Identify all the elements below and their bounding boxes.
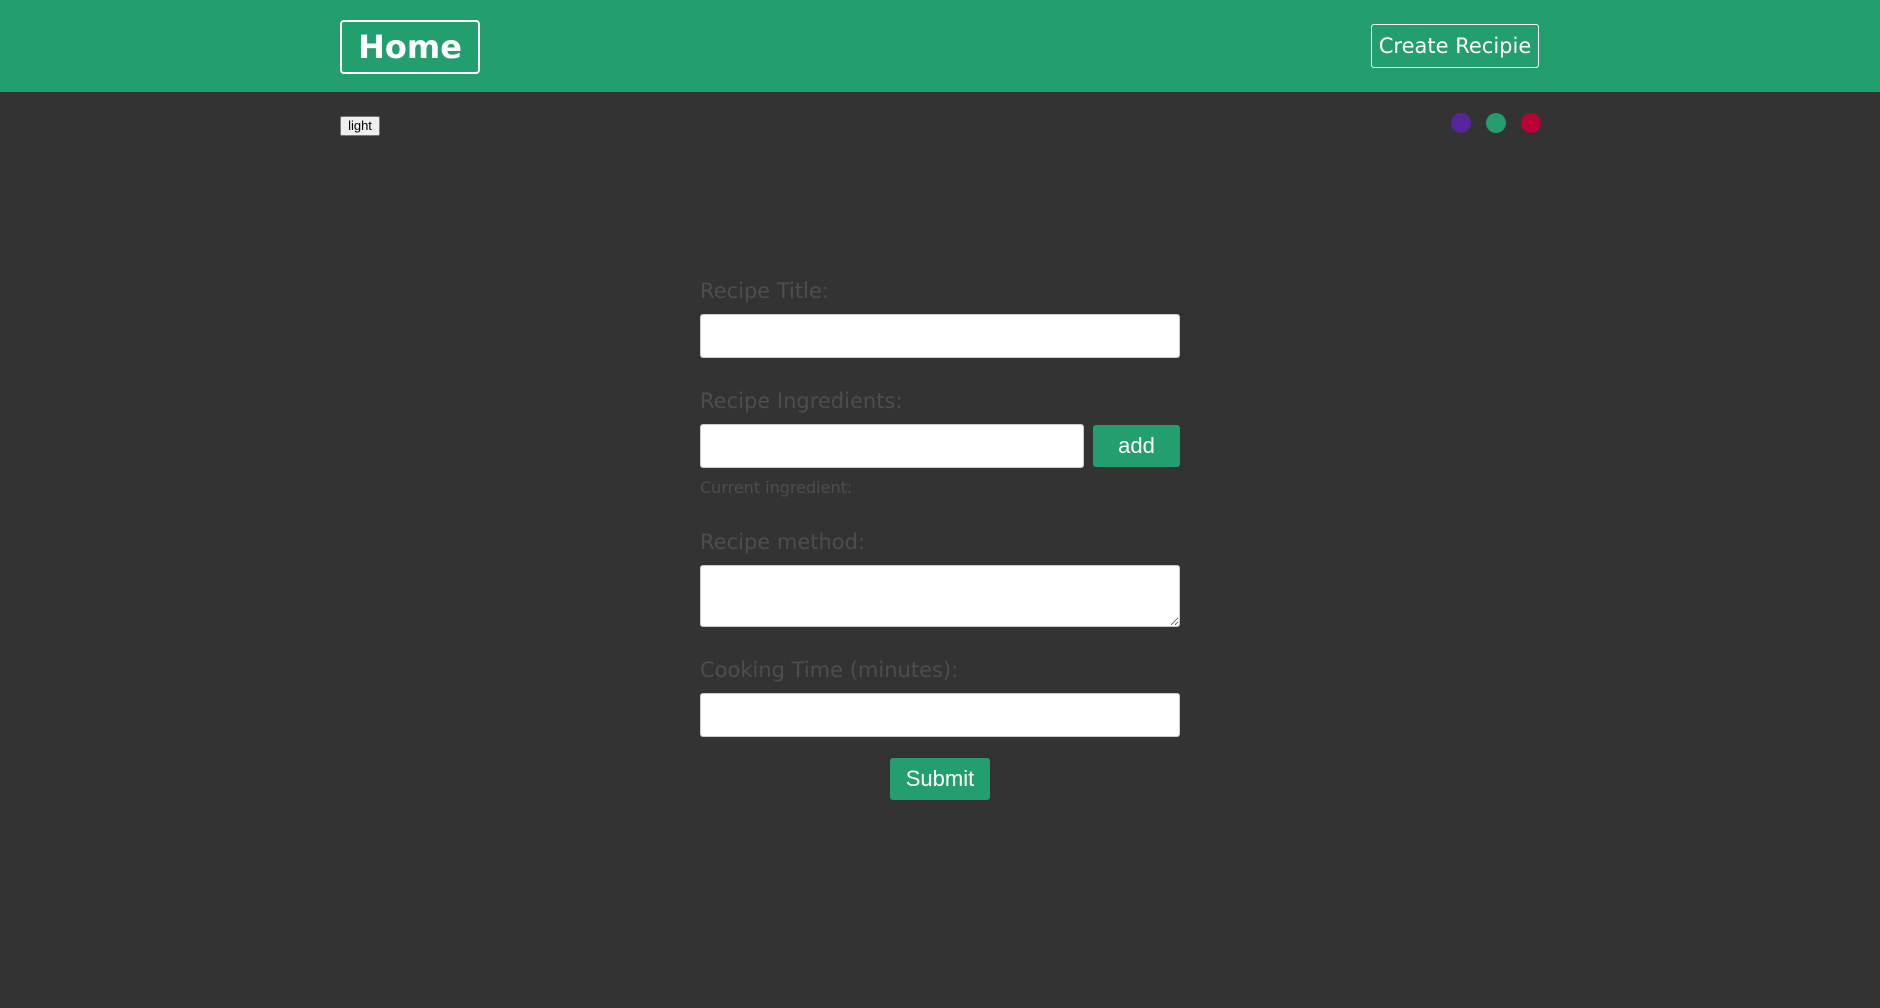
theme-mode-toggle[interactable]: light: [340, 116, 380, 136]
recipe-ingredients-label: Recipe Ingredients:: [700, 389, 903, 413]
ingredient-input[interactable]: [700, 424, 1084, 468]
recipe-title-label: Recipe Title:: [700, 279, 829, 303]
create-recipe-link[interactable]: Create Recipie: [1371, 24, 1539, 68]
submit-button[interactable]: Submit: [890, 758, 990, 800]
red-color-swatch[interactable]: [1521, 113, 1541, 133]
navbar: Home Create Recipie: [0, 0, 1880, 92]
recipe-method-textarea[interactable]: [700, 565, 1180, 627]
green-color-swatch[interactable]: [1486, 113, 1506, 133]
recipe-title-input[interactable]: [700, 314, 1180, 358]
recipe-method-label: Recipe method:: [700, 530, 866, 554]
purple-color-swatch[interactable]: [1451, 113, 1471, 133]
home-link[interactable]: Home: [340, 20, 480, 74]
add-ingredient-button[interactable]: add: [1093, 425, 1180, 467]
cooking-time-label: Cooking Time (minutes):: [700, 658, 959, 682]
cooking-time-input[interactable]: [700, 693, 1180, 737]
current-ingredient-text: Current ingredient:: [700, 478, 853, 497]
